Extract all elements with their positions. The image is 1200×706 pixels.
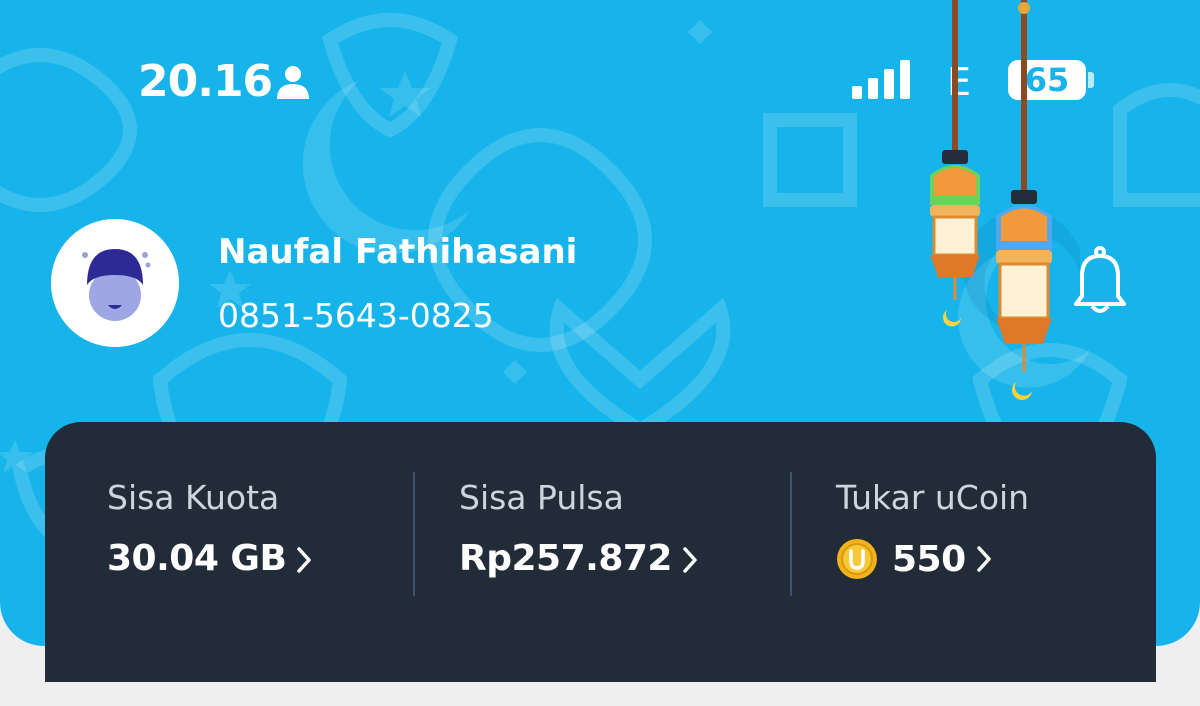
avatar[interactable]	[51, 219, 179, 347]
status-time: 20.16	[138, 56, 273, 107]
user-name: Naufal Fathihasani	[218, 232, 578, 272]
stat-label: Sisa Kuota	[107, 478, 280, 517]
quota-value: 30.04 GB	[107, 538, 287, 579]
chevron-right-icon	[976, 546, 991, 572]
stat-credit[interactable]: Sisa Pulsa Rp257.872	[397, 422, 790, 646]
user-phone: 0851-5643-0825	[218, 296, 494, 335]
stat-ucoin[interactable]: Tukar uCoin 550	[774, 422, 1156, 646]
ucoin-icon	[837, 539, 877, 579]
balance-card: Sisa Kuota 30.04 GB Sisa Pulsa Rp257.872…	[45, 422, 1156, 682]
ucoin-value: 550	[892, 538, 966, 580]
stat-value: 30.04 GB	[107, 538, 312, 579]
credit-value: Rp257.872	[459, 538, 672, 579]
stat-quota[interactable]: Sisa Kuota 30.04 GB	[45, 422, 413, 646]
avatar-face-icon	[51, 219, 179, 347]
person-icon	[277, 66, 309, 99]
stat-label: Tukar uCoin	[836, 478, 1030, 517]
chevron-right-icon	[297, 547, 312, 573]
chevron-right-icon	[683, 547, 697, 573]
stat-value: 550	[836, 538, 992, 589]
bell-icon[interactable]	[1068, 246, 1132, 318]
stat-value: Rp257.872	[459, 538, 698, 579]
battery-cap	[1088, 72, 1094, 88]
lantern-decoration	[930, 0, 1080, 400]
stat-label: Sisa Pulsa	[459, 478, 624, 517]
